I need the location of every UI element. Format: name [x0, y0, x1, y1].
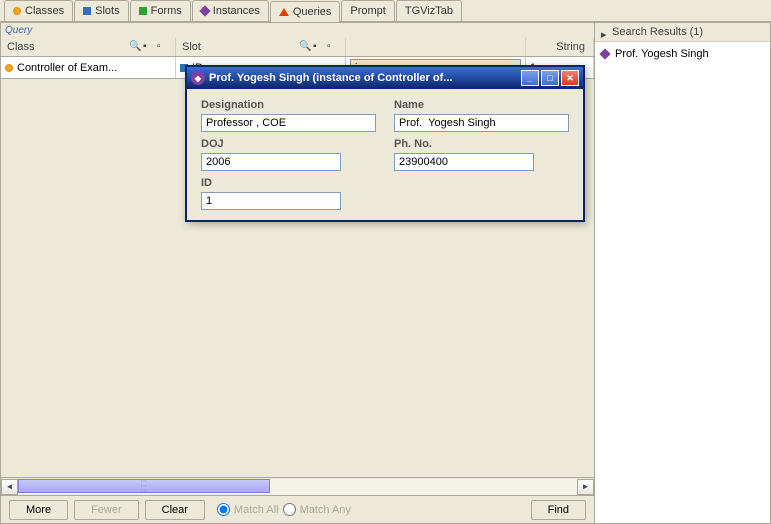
class-header-icons[interactable]: 🔍▪▫	[129, 41, 169, 53]
scroll-right-button[interactable]: ►	[577, 479, 594, 495]
tab-forms[interactable]: Forms	[130, 0, 191, 21]
form-icon	[139, 7, 147, 15]
tab-label: Slots	[95, 5, 119, 17]
instance-icon	[199, 5, 210, 16]
query-class-cell[interactable]: Controller of Exam...	[1, 57, 176, 78]
field-name: Name	[394, 99, 569, 132]
match-radio-group: Match All Match Any	[215, 503, 351, 516]
search-results-header: ▸ Search Results (1)	[595, 23, 770, 42]
dialog-body: Designation Name DOJ Ph. No. ID	[187, 89, 583, 220]
header-class: Class 🔍▪▫	[1, 38, 176, 56]
tab-label: Forms	[151, 5, 182, 17]
header-slot: Slot 🔍▪▫	[176, 38, 346, 56]
minimize-button[interactable]: _	[521, 70, 539, 86]
tab-bar: Classes Slots Forms Instances Queries Pr…	[0, 0, 771, 22]
query-icon	[279, 8, 289, 16]
tab-instances[interactable]: Instances	[192, 0, 269, 21]
designation-input[interactable]	[201, 114, 376, 132]
button-bar: More Fewer Clear Match All Match Any Fin…	[1, 495, 594, 523]
phone-input[interactable]	[394, 153, 534, 171]
dialog-titlebar[interactable]: ◆ Prof. Yogesh Singh (instance of Contro…	[187, 67, 583, 89]
field-id: ID	[201, 177, 376, 210]
search-result-label: Prof. Yogesh Singh	[615, 48, 709, 60]
scroll-track[interactable]	[18, 479, 577, 495]
clear-button[interactable]: Clear	[145, 500, 205, 520]
slot-icon	[83, 7, 91, 15]
tab-label: Prompt	[350, 5, 385, 17]
more-button[interactable]: More	[9, 500, 68, 520]
phone-label: Ph. No.	[394, 138, 569, 150]
doj-label: DOJ	[201, 138, 376, 150]
name-input[interactable]	[394, 114, 569, 132]
tab-label: Queries	[293, 6, 332, 18]
field-designation: Designation	[201, 99, 376, 132]
dialog-app-icon: ◆	[191, 71, 205, 85]
match-any-radio[interactable]	[283, 503, 296, 516]
instance-dialog: ◆ Prof. Yogesh Singh (instance of Contro…	[185, 65, 585, 222]
tab-label: Instances	[213, 5, 260, 17]
collapse-icon[interactable]: ▸	[601, 28, 609, 36]
field-phone: Ph. No.	[394, 138, 569, 171]
maximize-button[interactable]: □	[541, 70, 559, 86]
id-label: ID	[201, 177, 376, 189]
tab-queries[interactable]: Queries	[270, 1, 341, 22]
tab-prompt[interactable]: Prompt	[341, 0, 394, 21]
horizontal-scrollbar[interactable]: ◄ ►	[1, 477, 594, 495]
search-result-item[interactable]: Prof. Yogesh Singh	[599, 46, 766, 62]
match-all-radio[interactable]	[217, 503, 230, 516]
designation-label: Designation	[201, 99, 376, 111]
header-string: String	[526, 38, 594, 56]
query-header: Class 🔍▪▫ Slot 🔍▪▫ String	[1, 38, 594, 57]
search-results-title: Search Results (1)	[612, 26, 703, 38]
name-label: Name	[394, 99, 569, 111]
close-button[interactable]: ✕	[561, 70, 579, 86]
tab-classes[interactable]: Classes	[4, 0, 73, 21]
class-icon	[13, 7, 21, 15]
class-icon	[5, 64, 13, 72]
dialog-title-text: Prof. Yogesh Singh (instance of Controll…	[209, 72, 521, 84]
tab-label: Classes	[25, 5, 64, 17]
slot-header-icons[interactable]: 🔍▪▫	[299, 41, 339, 53]
search-results-panel: ▸ Search Results (1) Prof. Yogesh Singh	[595, 22, 771, 524]
search-results-list: Prof. Yogesh Singh	[595, 42, 770, 523]
tab-label: TGVizTab	[405, 5, 453, 17]
header-op	[346, 38, 526, 56]
field-doj: DOJ	[201, 138, 376, 171]
scroll-thumb[interactable]	[18, 479, 270, 493]
id-input[interactable]	[201, 192, 341, 210]
fewer-button: Fewer	[74, 500, 139, 520]
query-section-label: Query	[1, 23, 594, 38]
doj-input[interactable]	[201, 153, 341, 171]
tab-tgviztab[interactable]: TGVizTab	[396, 0, 462, 21]
instance-icon	[599, 48, 610, 59]
tab-slots[interactable]: Slots	[74, 0, 128, 21]
find-button[interactable]: Find	[531, 500, 586, 520]
scroll-left-button[interactable]: ◄	[1, 479, 18, 495]
